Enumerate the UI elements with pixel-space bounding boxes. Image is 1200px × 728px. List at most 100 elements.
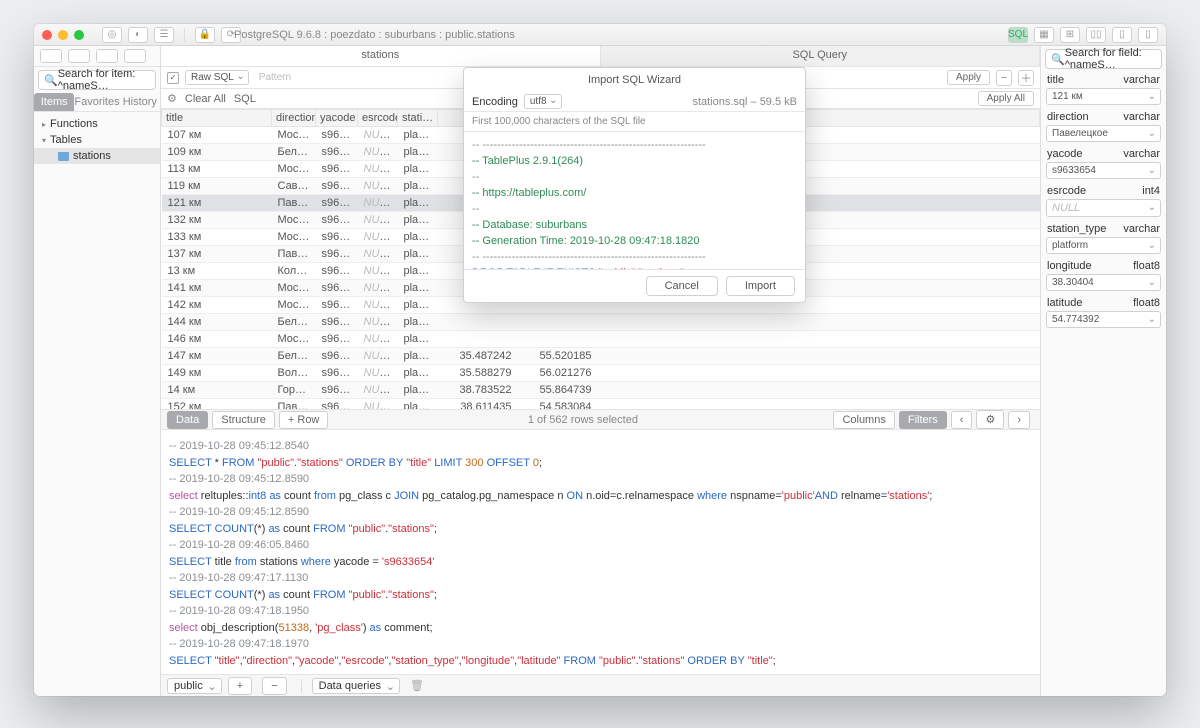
tab-structure[interactable]: Structure [212,411,275,429]
table-row[interactable]: 149 кмВолокола…s9633658NULLplatform35.58… [162,365,1040,382]
remove-filter-button[interactable]: − [996,70,1012,86]
sidebar-tree: ▸Functions ▾Tables stations [34,112,160,168]
export-icon[interactable] [124,49,146,63]
field-type: varchar [1123,148,1160,160]
field-type: varchar [1123,74,1160,86]
detail-panel: 🔍 Search for field: ^nameS… title varchar… [1040,46,1166,696]
layout-icon[interactable]: ⊞ [1060,27,1080,43]
window-title: PostgreSQL 9.6.8 : poezdato : suburbans … [234,29,515,41]
import-button[interactable]: Import [726,276,795,296]
toolbar-icon[interactable]: ☰ [154,27,174,43]
layout-icon[interactable]: ▯ [1112,27,1132,43]
minimize-icon[interactable] [58,30,68,40]
selection-status: 1 of 562 rows selected [528,414,638,426]
trash-icon[interactable]: 🗑 [410,679,424,692]
field-label: title [1047,74,1064,86]
tab-favorites[interactable]: Favorites [74,93,119,111]
column-header[interactable]: direction [272,110,316,127]
field-type: varchar [1123,223,1160,235]
field-search-input[interactable]: 🔍 Search for field: ^nameS… [1045,49,1162,69]
checkbox[interactable]: ✓ [167,72,179,84]
field-label: esrcode [1047,185,1086,197]
tab-data[interactable]: Data [167,411,208,429]
apply-all-button[interactable]: Apply All [978,91,1034,106]
preview-label: First 100,000 characters of the SQL file [464,112,805,132]
field-value[interactable]: 54.774392 [1046,311,1161,328]
sql-icon[interactable]: SQL [1008,27,1028,43]
plus-button[interactable]: + [228,677,252,695]
file-info: stations.sql – 59.5 kB [692,96,797,108]
app-window: ◎ ◐ ☰ 🔒 ⟳ PostgreSQL 9.6.8 : poezdato : … [34,24,1166,696]
sidebar-search-input[interactable]: 🔍 Search for item: ^nameS… [38,70,156,90]
next-icon[interactable]: › [1008,411,1030,429]
tree-item-stations[interactable]: stations [34,148,160,164]
apply-button[interactable]: Apply [947,70,990,85]
tab-sql-query[interactable]: SQL Query [601,46,1041,66]
minus-button[interactable]: − [262,677,286,695]
close-icon[interactable] [42,30,52,40]
cancel-button[interactable]: Cancel [646,276,718,296]
field-type: int4 [1142,185,1160,197]
sql-button[interactable]: SQL [234,93,256,105]
layout-icon[interactable]: ▯▯ [1086,27,1106,43]
query-console[interactable]: -- 2019-10-28 09:45:12.8540SELECT * FROM… [161,429,1040,674]
field-value[interactable]: 121 км [1046,88,1161,105]
sql-preview[interactable]: -- -------------------------------------… [464,132,805,269]
field-type: float8 [1133,297,1160,309]
layout-icon[interactable]: ▯ [1138,27,1158,43]
field-value[interactable]: 38.30404 [1046,274,1161,291]
table-row[interactable]: 152 кмПавелецк…s9633655NULLplatform38.61… [162,399,1040,410]
tab-history[interactable]: History [120,93,160,111]
tab-items[interactable]: Items [34,93,74,111]
clear-all-button[interactable]: Clear All [185,93,226,105]
column-header[interactable]: esrcode [358,110,398,127]
sidebar: 🔍 Search for item: ^nameS… Items Favorit… [34,46,161,696]
schema-select[interactable]: public [167,678,222,694]
tab-stations[interactable]: stations [161,46,601,66]
gear-icon[interactable]: ⚙ [976,410,1004,429]
toolbar-icon[interactable]: ◐ [128,27,148,43]
raw-sql-select[interactable]: Raw SQL [185,70,249,85]
table-row[interactable]: 144 кмБелорусс…s9601357NULLplatfor… [162,314,1040,331]
table-row[interactable]: 14 кмГорьковс…s9601876NULLplatform38.783… [162,382,1040,399]
column-header[interactable]: yacode [316,110,358,127]
tree-functions[interactable]: ▸Functions [34,116,160,132]
fullscreen-icon[interactable] [74,30,84,40]
grid-footer: Data Structure + Row 1 of 562 rows selec… [161,409,1040,429]
prev-icon[interactable]: ‹ [951,411,973,429]
field-type: float8 [1133,260,1160,272]
tree-tables[interactable]: ▾Tables [34,132,160,148]
field-label: yacode [1047,148,1082,160]
add-icon[interactable] [40,49,62,63]
column-header[interactable]: title [162,110,272,127]
db-icon[interactable] [96,49,118,63]
field-type: varchar [1123,111,1160,123]
modal-title: Import SQL Wizard [464,68,805,92]
table-row[interactable]: 147 кмБелорусс…s9633995NULLplatform35.48… [162,348,1040,365]
columns-button[interactable]: Columns [833,411,894,429]
field-value[interactable]: NULL [1046,199,1161,217]
lock-icon[interactable]: 🔒 [195,27,215,43]
field-label: direction [1047,111,1089,123]
title-bar: ◎ ◐ ☰ 🔒 ⟳ PostgreSQL 9.6.8 : poezdato : … [34,24,1166,46]
column-header[interactable]: stati… [398,110,438,127]
table-row[interactable]: 146 кмМосковск…s9601125NULLplatfor… [162,331,1040,348]
field-value[interactable]: Павелецкое [1046,125,1161,142]
encoding-select[interactable]: utf8 [524,94,562,109]
field-label: station_type [1047,223,1106,235]
add-filter-button[interactable]: ＋ [1018,70,1034,86]
field-value[interactable]: platform [1046,237,1161,254]
layout-icon[interactable]: ▦ [1034,27,1054,43]
field-label: latitude [1047,297,1082,309]
gear-icon[interactable]: ⚙ [167,92,177,105]
field-label: longitude [1047,260,1092,272]
filters-button[interactable]: Filters [899,411,947,429]
sidebar-tabs: Items Favorites History [34,93,160,112]
folder-icon[interactable] [68,49,90,63]
field-value[interactable]: s9633654 [1046,162,1161,179]
queries-select[interactable]: Data queries [312,678,400,694]
add-row-button[interactable]: + Row [279,411,329,429]
encoding-label: Encoding [472,96,518,108]
toolbar-icon[interactable]: ◎ [102,27,122,43]
table-icon [58,152,69,161]
